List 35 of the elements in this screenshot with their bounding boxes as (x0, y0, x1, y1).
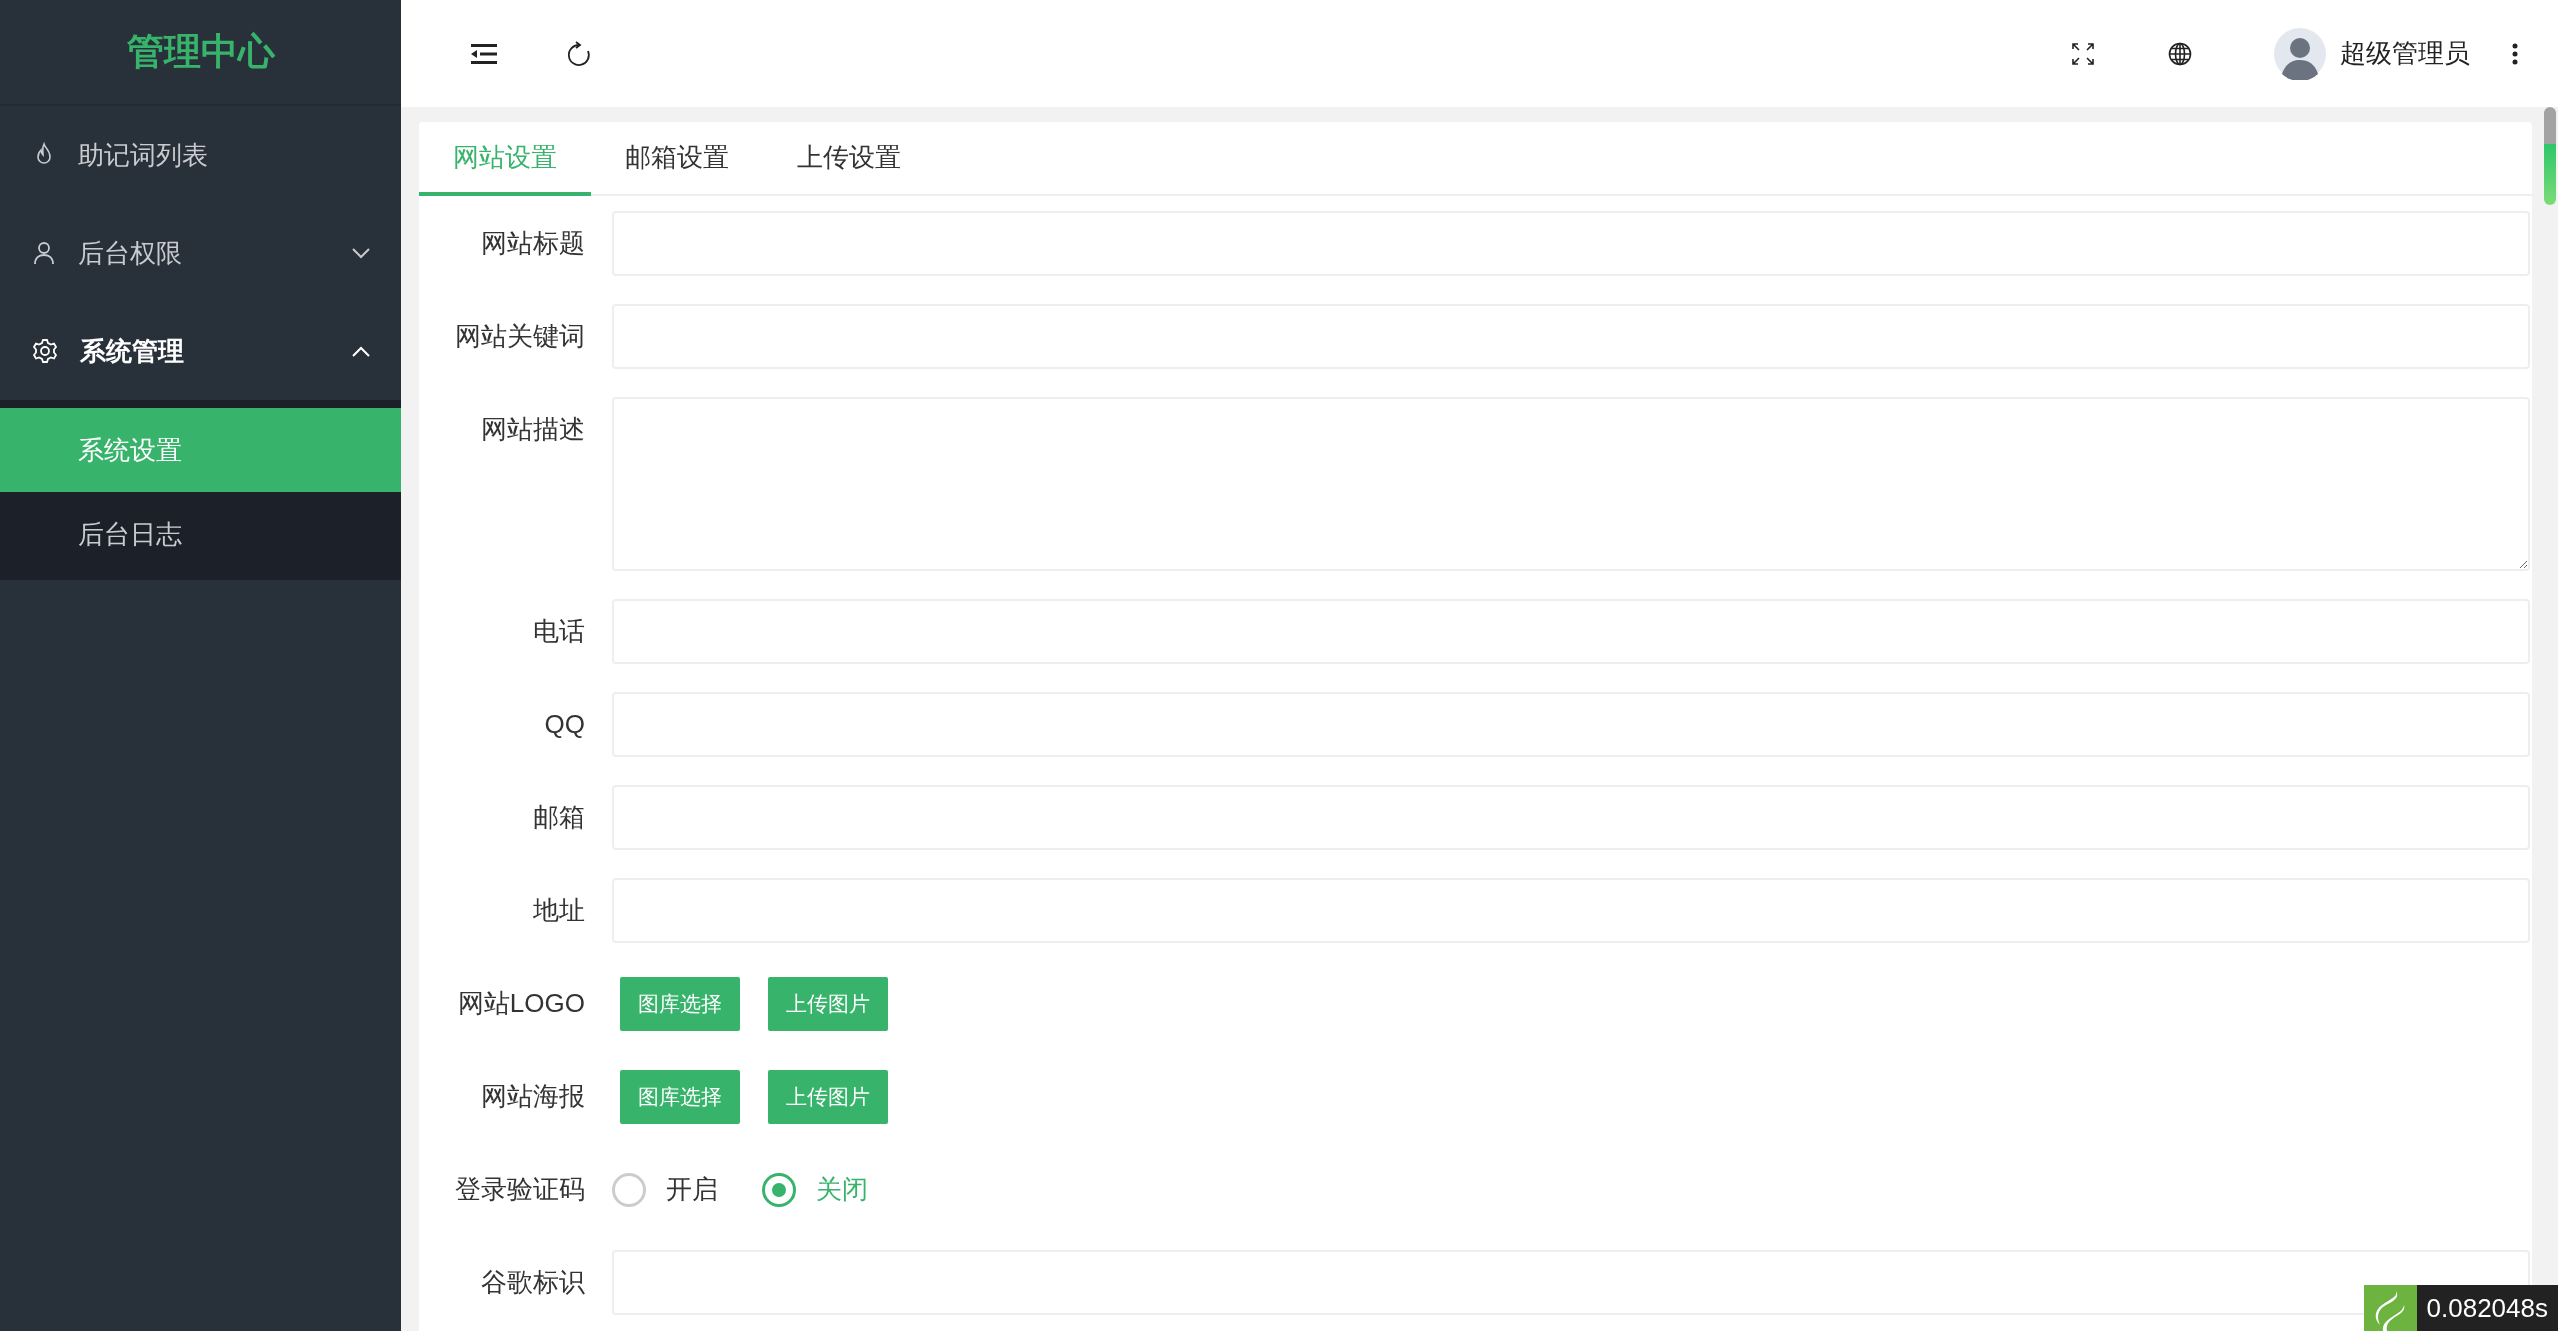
tab[interactable]: 上传设置 (763, 122, 935, 196)
timer-text: 0.082048s (2416, 1285, 2558, 1331)
refresh-icon[interactable] (567, 40, 591, 67)
user-icon (32, 240, 56, 266)
sidebar-menu-item[interactable]: 助记词列表 (0, 106, 401, 204)
leaf-icon[interactable] (2363, 1285, 2417, 1331)
field-label: 网站海报 (480, 1080, 585, 1113)
field-label: QQ (543, 708, 585, 741)
field-label: 网站LOGO (456, 987, 585, 1020)
sidebar-menu-item[interactable]: 后台权限 (0, 204, 401, 302)
radio-button[interactable] (762, 1172, 796, 1207)
sidebar-submenu-item[interactable]: 后台日志 (0, 492, 401, 576)
field-label: 网站标题 (480, 227, 585, 260)
field-label: 电话 (532, 615, 585, 648)
user-name[interactable]: 超级管理员 (2340, 36, 2470, 71)
globe-icon[interactable] (2168, 41, 2192, 66)
sidebar-menu-item[interactable]: 系统管理 (0, 302, 401, 400)
field-label: 网站关键词 (454, 320, 585, 353)
field-label: 地址 (532, 894, 585, 927)
chevron-up-icon (351, 345, 371, 357)
menu-icon[interactable] (471, 42, 497, 65)
field-label: 网站描述 (480, 413, 585, 446)
sidebar-title: 管理中心 (126, 30, 275, 74)
field-label: 登录验证码 (454, 1173, 585, 1206)
chevron-down-icon (351, 247, 371, 259)
radio-button[interactable] (612, 1172, 646, 1207)
tab[interactable]: 邮箱设置 (591, 122, 763, 196)
avatar-icon[interactable] (2274, 27, 2326, 80)
more-icon[interactable] (2512, 42, 2518, 65)
field-label: 邮箱 (532, 801, 585, 834)
scrollbar[interactable] (2544, 107, 2556, 205)
fullscreen-icon[interactable] (2072, 42, 2094, 65)
radio-label[interactable]: 开启 (666, 1172, 718, 1207)
gear-icon (32, 338, 58, 364)
field-label: 谷歌标识 (480, 1266, 585, 1299)
